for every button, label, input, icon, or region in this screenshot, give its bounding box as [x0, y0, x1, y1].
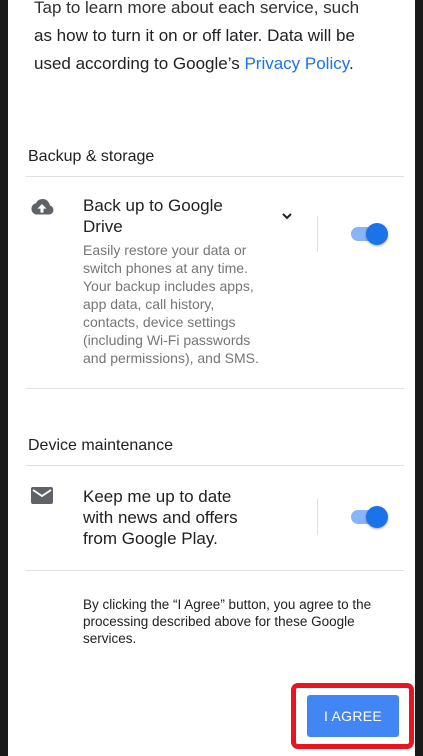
intro-line: used according to Google’s Privacy Polic…	[34, 50, 394, 78]
intro-line: as how to turn it on or off later. Data …	[34, 26, 355, 45]
consent-text: By clicking the “I Agree” button, you ag…	[83, 597, 372, 646]
intro-line-partial: Tap to learn more about each service, su…	[34, 0, 360, 17]
cloud-upload-icon	[28, 195, 56, 219]
vertical-separator	[317, 499, 318, 535]
email-icon	[28, 484, 56, 508]
chevron-down-icon[interactable]	[279, 208, 295, 224]
intro-line-prefix: used according to Google’s	[34, 54, 245, 73]
toggle-thumb	[366, 223, 388, 245]
device-frame-left	[0, 0, 8, 756]
device-frame-right	[415, 0, 423, 756]
privacy-policy-link[interactable]: Privacy Policy	[244, 54, 349, 73]
divider	[26, 465, 404, 466]
intro-text: Tap to learn more about each service, su…	[34, 0, 394, 78]
section-title-maintenance: Device maintenance	[28, 437, 173, 454]
divider	[26, 176, 404, 177]
divider	[26, 388, 404, 389]
backup-item-title[interactable]: Back up to Google Drive	[83, 195, 263, 237]
intro-line-suffix: .	[348, 54, 354, 73]
divider	[26, 570, 404, 571]
section-title-backup: Backup & storage	[28, 148, 155, 165]
vertical-separator	[317, 216, 318, 252]
backup-toggle[interactable]	[349, 221, 389, 245]
agree-button[interactable]: I AGREE	[307, 695, 399, 737]
toggle-thumb	[366, 506, 388, 528]
maintenance-item-title: Keep me up to date with news and offers …	[83, 487, 238, 548]
maintenance-toggle[interactable]	[349, 504, 389, 528]
backup-item-description: Easily restore your data or switch phone…	[83, 242, 259, 366]
